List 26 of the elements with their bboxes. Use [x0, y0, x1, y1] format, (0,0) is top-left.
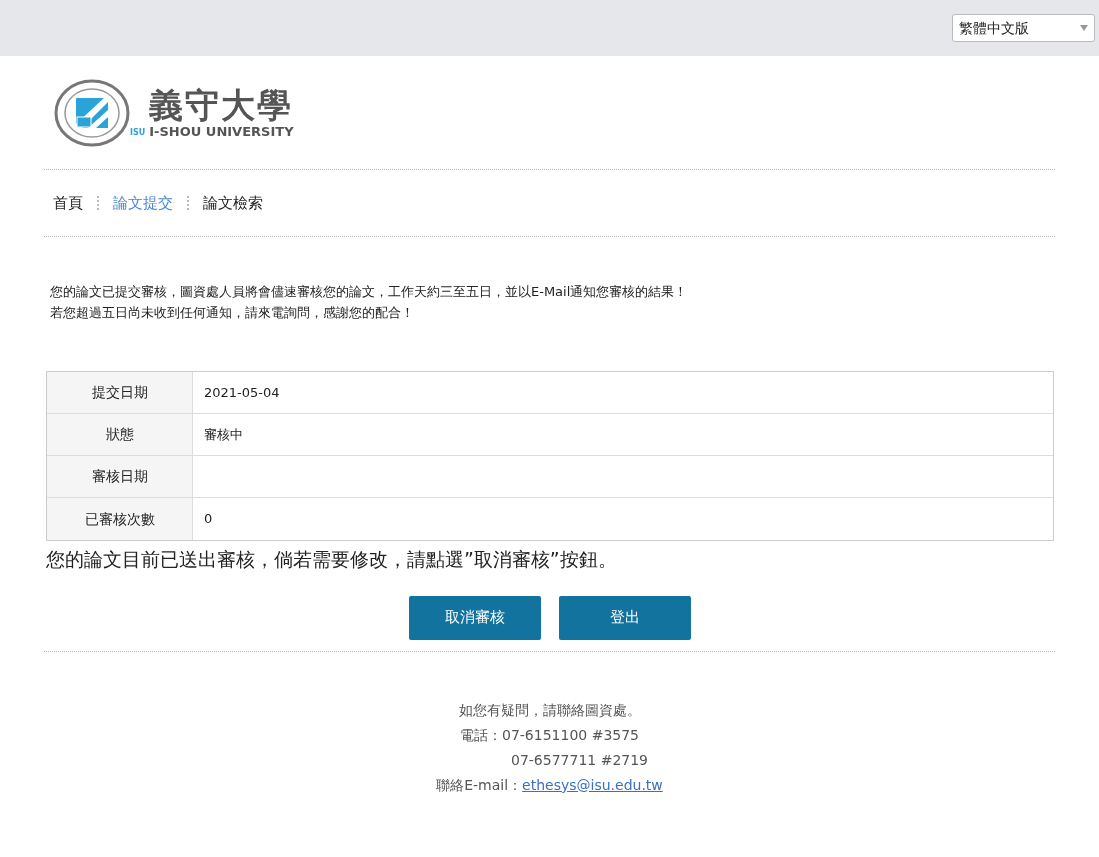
university-name-english: I-SHOU UNIVERSITY	[149, 123, 294, 140]
language-select[interactable]: 繁體中文版	[952, 14, 1095, 42]
notice-text: 您的論文已提交審核，圖資處人員將會儘速審核您的論文，工作天約三至五日，並以E-Mail通知您審核的結果！	[50, 283, 689, 301]
field-label: 已審核次數	[47, 498, 193, 540]
nav-link[interactable]: 首頁	[53, 181, 83, 225]
logout-button[interactable]: 登出	[558, 595, 691, 640]
nav-link[interactable]: 論文檢索	[203, 181, 263, 225]
field-value: 0	[204, 510, 213, 529]
cancel-review-button[interactable]: 取消審核	[408, 595, 541, 640]
field-value: 審核中	[204, 425, 243, 444]
field-label: 提交日期	[47, 372, 193, 413]
email-link[interactable]: ethesys@isu.edu.tw	[522, 776, 663, 793]
field-label: 審核日期	[47, 456, 193, 497]
notice-text: 若您超過五日尚未收到任何通知，請來電詢問，感謝您的配合！	[50, 304, 415, 322]
nav-link[interactable]: 論文提交	[113, 181, 173, 225]
seal-text: ISU	[130, 127, 146, 139]
university-seal-icon	[54, 78, 130, 147]
contact-text: 07-6577711 #2719	[510, 750, 649, 770]
contact-text: 如您有疑問，請聯絡圖資處。	[457, 700, 642, 720]
email-label: 聯絡E-mail：	[436, 776, 523, 793]
contact-text: 電話：07-6151100 #3575	[459, 725, 640, 745]
resubmit-message: 您的論文目前已送出審核，倘若需要修改，請點選”取消審核”按鈕。	[46, 547, 618, 572]
field-label: 狀態	[47, 414, 193, 455]
university-name: 義守大學	[149, 85, 294, 124]
caret-icon	[1080, 25, 1088, 31]
field-value: 2021-05-04	[204, 383, 280, 402]
